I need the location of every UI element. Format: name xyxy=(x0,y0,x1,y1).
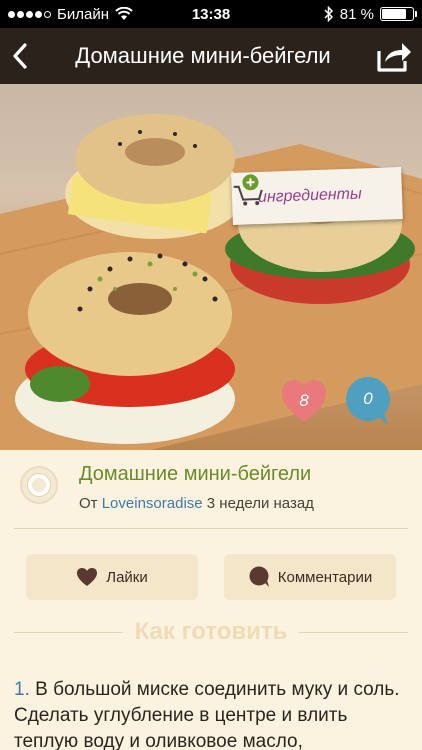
wifi-icon xyxy=(115,7,133,20)
speech-bubble-icon xyxy=(249,566,269,587)
status-bar: Билайн 13:38 81 % xyxy=(0,0,422,28)
recipe-info: Домашние мини-бейгели От Loveinsoradise … xyxy=(0,450,422,530)
comments-count-badge[interactable]: 0 xyxy=(344,376,392,426)
like-button[interactable]: Лайки xyxy=(26,554,198,600)
recipe-title: Домашние мини-бейгели xyxy=(79,463,312,485)
divider-left xyxy=(14,631,123,633)
bluetooth-icon xyxy=(324,6,333,22)
time-ago: 3 недели назад xyxy=(206,495,314,512)
ingredients-label: ингредиенты xyxy=(257,185,363,207)
share-button[interactable] xyxy=(366,28,422,84)
likes-count-badge[interactable]: 8 xyxy=(280,378,328,426)
author-avatar[interactable] xyxy=(20,466,58,504)
carrier-name: Билайн xyxy=(57,5,109,23)
page-title: Домашние мини-бейгели xyxy=(75,43,331,68)
heart-icon xyxy=(77,568,98,586)
step-number: 1. xyxy=(14,679,30,700)
how-to-cook-header: Как готовить xyxy=(14,612,409,652)
comment-button-label: Комментарии xyxy=(277,568,373,586)
recipe-byline: От Loveinsoradise 3 недели назад xyxy=(79,495,314,512)
like-button-label: Лайки xyxy=(106,568,148,586)
status-time: 13:38 xyxy=(191,5,231,23)
divider-right xyxy=(299,631,409,633)
divider xyxy=(14,528,408,529)
comment-button[interactable]: Комментарии xyxy=(224,554,396,600)
signal-strength-icon xyxy=(8,10,51,18)
shopping-cart-icon xyxy=(233,174,263,206)
recipe-photo: ингредиенты 8 0 xyxy=(0,84,422,450)
battery-percent: 81 % xyxy=(339,5,374,23)
share-icon xyxy=(377,43,411,72)
battery-icon xyxy=(380,7,417,21)
likes-count: 8 xyxy=(299,391,309,410)
step-text: В большой миске соединить муку и соль. С… xyxy=(14,679,400,750)
nav-bar: Домашние мини-бейгели xyxy=(0,28,422,84)
back-button[interactable] xyxy=(0,28,40,84)
author-link[interactable]: Loveinsoradise xyxy=(102,495,203,512)
ingredients-button[interactable]: ингредиенты xyxy=(231,167,403,225)
how-to-cook-title: Как готовить xyxy=(134,618,288,645)
recipe-step: 1. В большой миске соединить муку и соль… xyxy=(14,677,406,750)
chevron-left-icon xyxy=(13,43,27,69)
byline-prefix: От xyxy=(79,495,98,512)
comments-count: 0 xyxy=(363,389,373,408)
